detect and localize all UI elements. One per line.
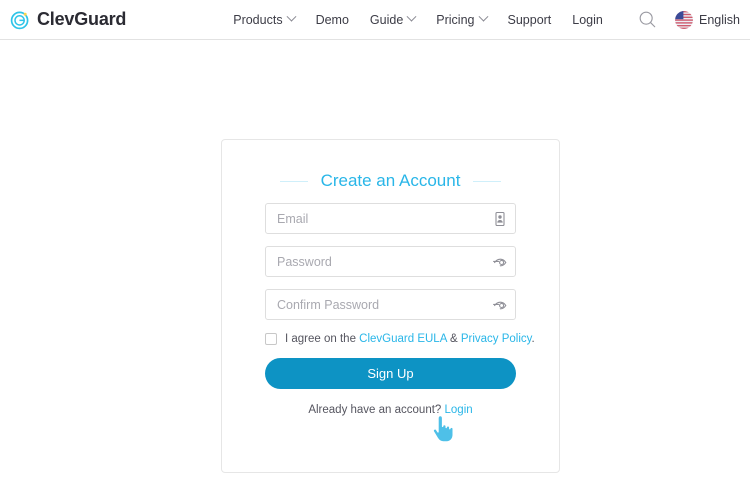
eye-slash-icon[interactable] xyxy=(492,254,508,270)
header-right: English xyxy=(638,10,740,29)
agreement-suffix: . xyxy=(531,333,535,345)
agreement-row: I agree on the ClevGuard EULA & Privacy … xyxy=(265,333,535,345)
brand-logo-link[interactable]: ClevGuard xyxy=(10,9,126,30)
eula-link[interactable]: ClevGuard EULA xyxy=(359,333,447,345)
email-field-wrapper xyxy=(265,203,516,234)
nav-item-label: Support xyxy=(507,12,552,27)
nav-item-label: Login xyxy=(572,12,603,27)
nav-item-label: Pricing xyxy=(436,12,475,27)
nav-item-products[interactable]: Products xyxy=(233,11,297,27)
signup-form: I agree on the ClevGuard EULA & Privacy … xyxy=(265,203,535,416)
have-account-prefix: Already have an account? xyxy=(308,404,445,416)
search-icon[interactable] xyxy=(638,10,657,29)
nav-item-label: Products xyxy=(233,12,283,27)
chevron-down-icon xyxy=(286,11,297,22)
brand-name: ClevGuard xyxy=(37,9,127,29)
title-rule-left xyxy=(279,180,308,182)
contact-card-icon[interactable] xyxy=(492,211,508,227)
privacy-policy-link[interactable]: Privacy Policy xyxy=(461,333,532,345)
site-header: ClevGuard Products Demo Guide Pricing Su… xyxy=(0,0,750,40)
agreement-checkbox[interactable] xyxy=(265,333,277,345)
agreement-prefix: I agree on the xyxy=(285,333,360,345)
nav-item-guide[interactable]: Guide xyxy=(369,11,417,27)
nav-item-login[interactable]: Login xyxy=(572,13,603,27)
sign-up-button[interactable]: Sign Up xyxy=(265,358,516,389)
nav-item-label: Demo xyxy=(315,12,349,27)
nav-item-pricing[interactable]: Pricing xyxy=(436,11,488,27)
page-title: Create an Account xyxy=(320,171,461,190)
chevron-down-icon xyxy=(406,11,417,22)
us-flag-icon xyxy=(675,10,693,29)
have-account-row: Already have an account? Login xyxy=(265,404,516,416)
language-label: English xyxy=(699,12,740,27)
confirm-password-field-wrapper xyxy=(265,289,516,320)
password-input[interactable] xyxy=(265,246,516,277)
signup-card: Create an Account Email Password Confirm… xyxy=(221,139,560,473)
agreement-separator: & xyxy=(446,333,461,345)
password-field-wrapper xyxy=(265,246,516,277)
nav-item-support[interactable]: Support xyxy=(508,13,552,27)
page-body: Create an Account Email Password Confirm… xyxy=(0,40,750,499)
confirm-password-input[interactable] xyxy=(265,289,516,320)
email-input[interactable] xyxy=(265,203,516,234)
card-title-row: Create an Account xyxy=(222,171,559,191)
eye-slash-icon[interactable] xyxy=(492,297,508,313)
login-link[interactable]: Login xyxy=(445,404,473,416)
nav-item-label: Guide xyxy=(369,12,404,27)
clevguard-circle-g-icon xyxy=(10,10,30,30)
nav-item-demo[interactable]: Demo xyxy=(316,13,349,27)
main-nav: Products Demo Guide Pricing Support Logi… xyxy=(233,11,603,27)
title-rule-right xyxy=(473,180,502,182)
chevron-down-icon xyxy=(478,11,488,22)
language-selector[interactable]: English xyxy=(675,10,740,29)
agreement-text: I agree on the ClevGuard EULA & Privacy … xyxy=(285,333,535,345)
